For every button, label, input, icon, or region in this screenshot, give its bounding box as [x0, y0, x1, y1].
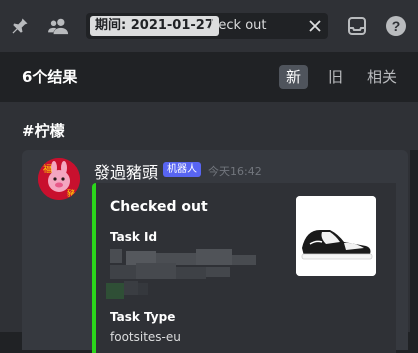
search-result-message[interactable]: 福 豬 發過豬頭 机器人 今天16:42 Checked out Task Id — [22, 150, 408, 353]
channel-name[interactable]: #柠檬 — [22, 120, 65, 141]
pin-icon[interactable] — [8, 14, 32, 38]
message-author[interactable]: 發過豬頭 — [94, 159, 158, 183]
embed-field-value: footsites-eu — [110, 330, 181, 344]
search-input[interactable] — [203, 16, 293, 36]
inbox-icon[interactable] — [345, 14, 369, 38]
message-embed: Checked out Task Id Task Type footsites-… — [92, 183, 396, 353]
embed-field-name: Task Id — [110, 230, 158, 244]
embed-field-name: Task Type — [110, 310, 176, 324]
redacted-block — [106, 249, 256, 299]
sort-tab-oldest[interactable]: 旧 — [321, 65, 350, 89]
results-count: 6个结果 — [22, 68, 78, 86]
scrollbar-track[interactable] — [410, 150, 418, 332]
top-bar: 期间: 2021-01-27 ? — [0, 0, 418, 52]
avatar[interactable]: 福 豬 — [38, 158, 80, 200]
search-results-panel: 6个结果 新 旧 相关 #柠檬 福 豬 發過豬頭 机器人 今天16:42 Che… — [0, 52, 418, 353]
product-thumbnail[interactable] — [296, 196, 376, 276]
search-box[interactable]: 期间: 2021-01-27 — [86, 13, 328, 39]
message-timestamp: 今天16:42 — [208, 165, 262, 178]
close-icon[interactable] — [306, 17, 324, 35]
members-icon[interactable] — [47, 14, 71, 38]
bot-tag: 机器人 — [163, 162, 201, 177]
svg-text:?: ? — [392, 18, 401, 34]
results-header: 6个结果 新 旧 相关 — [0, 52, 418, 102]
svg-text:豬: 豬 — [67, 188, 75, 198]
sort-tab-newest[interactable]: 新 — [279, 65, 309, 89]
embed-title: Checked out — [110, 199, 208, 215]
svg-text:福: 福 — [43, 163, 52, 175]
help-icon[interactable]: ? — [384, 14, 408, 38]
sort-tab-relevant[interactable]: 相关 — [360, 65, 404, 89]
search-filter-tag[interactable]: 期间: 2021-01-27 — [90, 16, 219, 36]
